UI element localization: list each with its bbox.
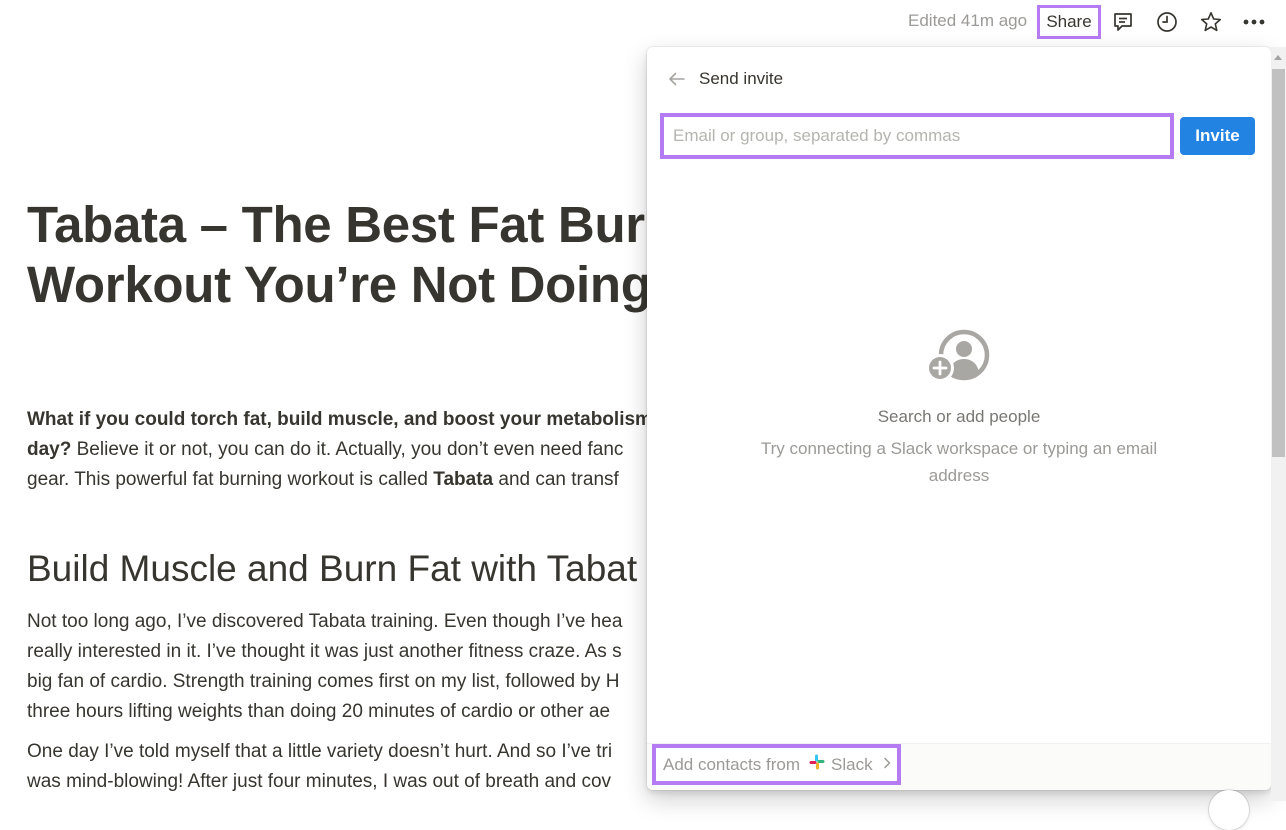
- intro-text-2: Believe it or not, you can do it. Actual…: [71, 439, 624, 460]
- add-person-icon: [926, 329, 990, 382]
- add-contacts-label: Add contacts from: [663, 754, 801, 774]
- share-panel: Send invite Invite Search or add people …: [647, 47, 1271, 790]
- empty-state: Search or add people Try connecting a Sl…: [647, 325, 1271, 489]
- vertical-scrollbar[interactable]: [1271, 47, 1286, 801]
- paragraph-line: big fan of cardio. Strength training com…: [27, 671, 620, 692]
- invite-button[interactable]: Invite: [1180, 117, 1255, 155]
- back-arrow-icon[interactable]: [665, 67, 689, 91]
- empty-state-title: Search or add people: [877, 407, 1041, 426]
- panel-header: Send invite: [665, 67, 783, 91]
- comment-icon[interactable]: [1110, 9, 1136, 35]
- panel-footer: Add contacts from Slack: [647, 743, 1271, 790]
- scroll-up-arrow-icon[interactable]: [1274, 55, 1282, 60]
- star-icon[interactable]: [1198, 9, 1224, 35]
- empty-state-subtitle: Try connecting a Slack workspace or typi…: [760, 439, 1158, 485]
- intro-bold-3: Tabata: [433, 469, 494, 490]
- section-heading[interactable]: Build Muscle and Burn Fat with Tabat: [27, 545, 637, 593]
- email-input[interactable]: [660, 113, 1174, 159]
- body-paragraph-1[interactable]: Not too long ago, I’ve discovered Tabata…: [27, 607, 727, 727]
- slack-label: Slack: [831, 754, 873, 774]
- intro-paragraph[interactable]: What if you could torch fat, build muscl…: [27, 405, 727, 495]
- intro-text-3b: and can transf: [493, 469, 619, 490]
- chevron-right-icon: [883, 756, 891, 774]
- body-paragraph-2[interactable]: One day I’ve told myself that a little v…: [27, 737, 727, 797]
- title-line-2: Workout You’re Not Doing: [27, 256, 652, 313]
- help-button[interactable]: [1209, 790, 1249, 830]
- share-button[interactable]: Share: [1037, 5, 1101, 39]
- intro-text-3a: gear. This powerful fat burning workout …: [27, 469, 434, 490]
- intro-bold-1: What if you could torch fat, build muscl…: [27, 409, 652, 430]
- panel-title: Send invite: [699, 69, 784, 88]
- page-topbar: Edited 41m ago Share: [0, 0, 1286, 44]
- paragraph-line: Not too long ago, I’ve discovered Tabata…: [27, 611, 623, 632]
- last-edited-label: Edited 41m ago: [908, 11, 1028, 30]
- slack-logo-icon: [809, 754, 825, 775]
- more-icon[interactable]: [1241, 9, 1267, 35]
- paragraph-line: three hours lifting weights than doing 2…: [27, 701, 611, 722]
- clock-history-icon[interactable]: [1154, 9, 1180, 35]
- title-line-1: Tabata – The Best Fat Burn: [27, 196, 676, 253]
- page-title[interactable]: Tabata – The Best Fat Burn Workout You’r…: [27, 195, 727, 315]
- scroll-thumb[interactable]: [1272, 69, 1285, 457]
- paragraph-line: really interested in it. I’ve thought it…: [27, 641, 622, 662]
- intro-bold-2: day?: [27, 439, 72, 460]
- add-slack-contacts-button[interactable]: Add contacts from Slack: [652, 744, 901, 785]
- paragraph-line: was mind-blowing! After just four minute…: [27, 771, 612, 792]
- paragraph-line: One day I’ve told myself that a little v…: [27, 741, 613, 762]
